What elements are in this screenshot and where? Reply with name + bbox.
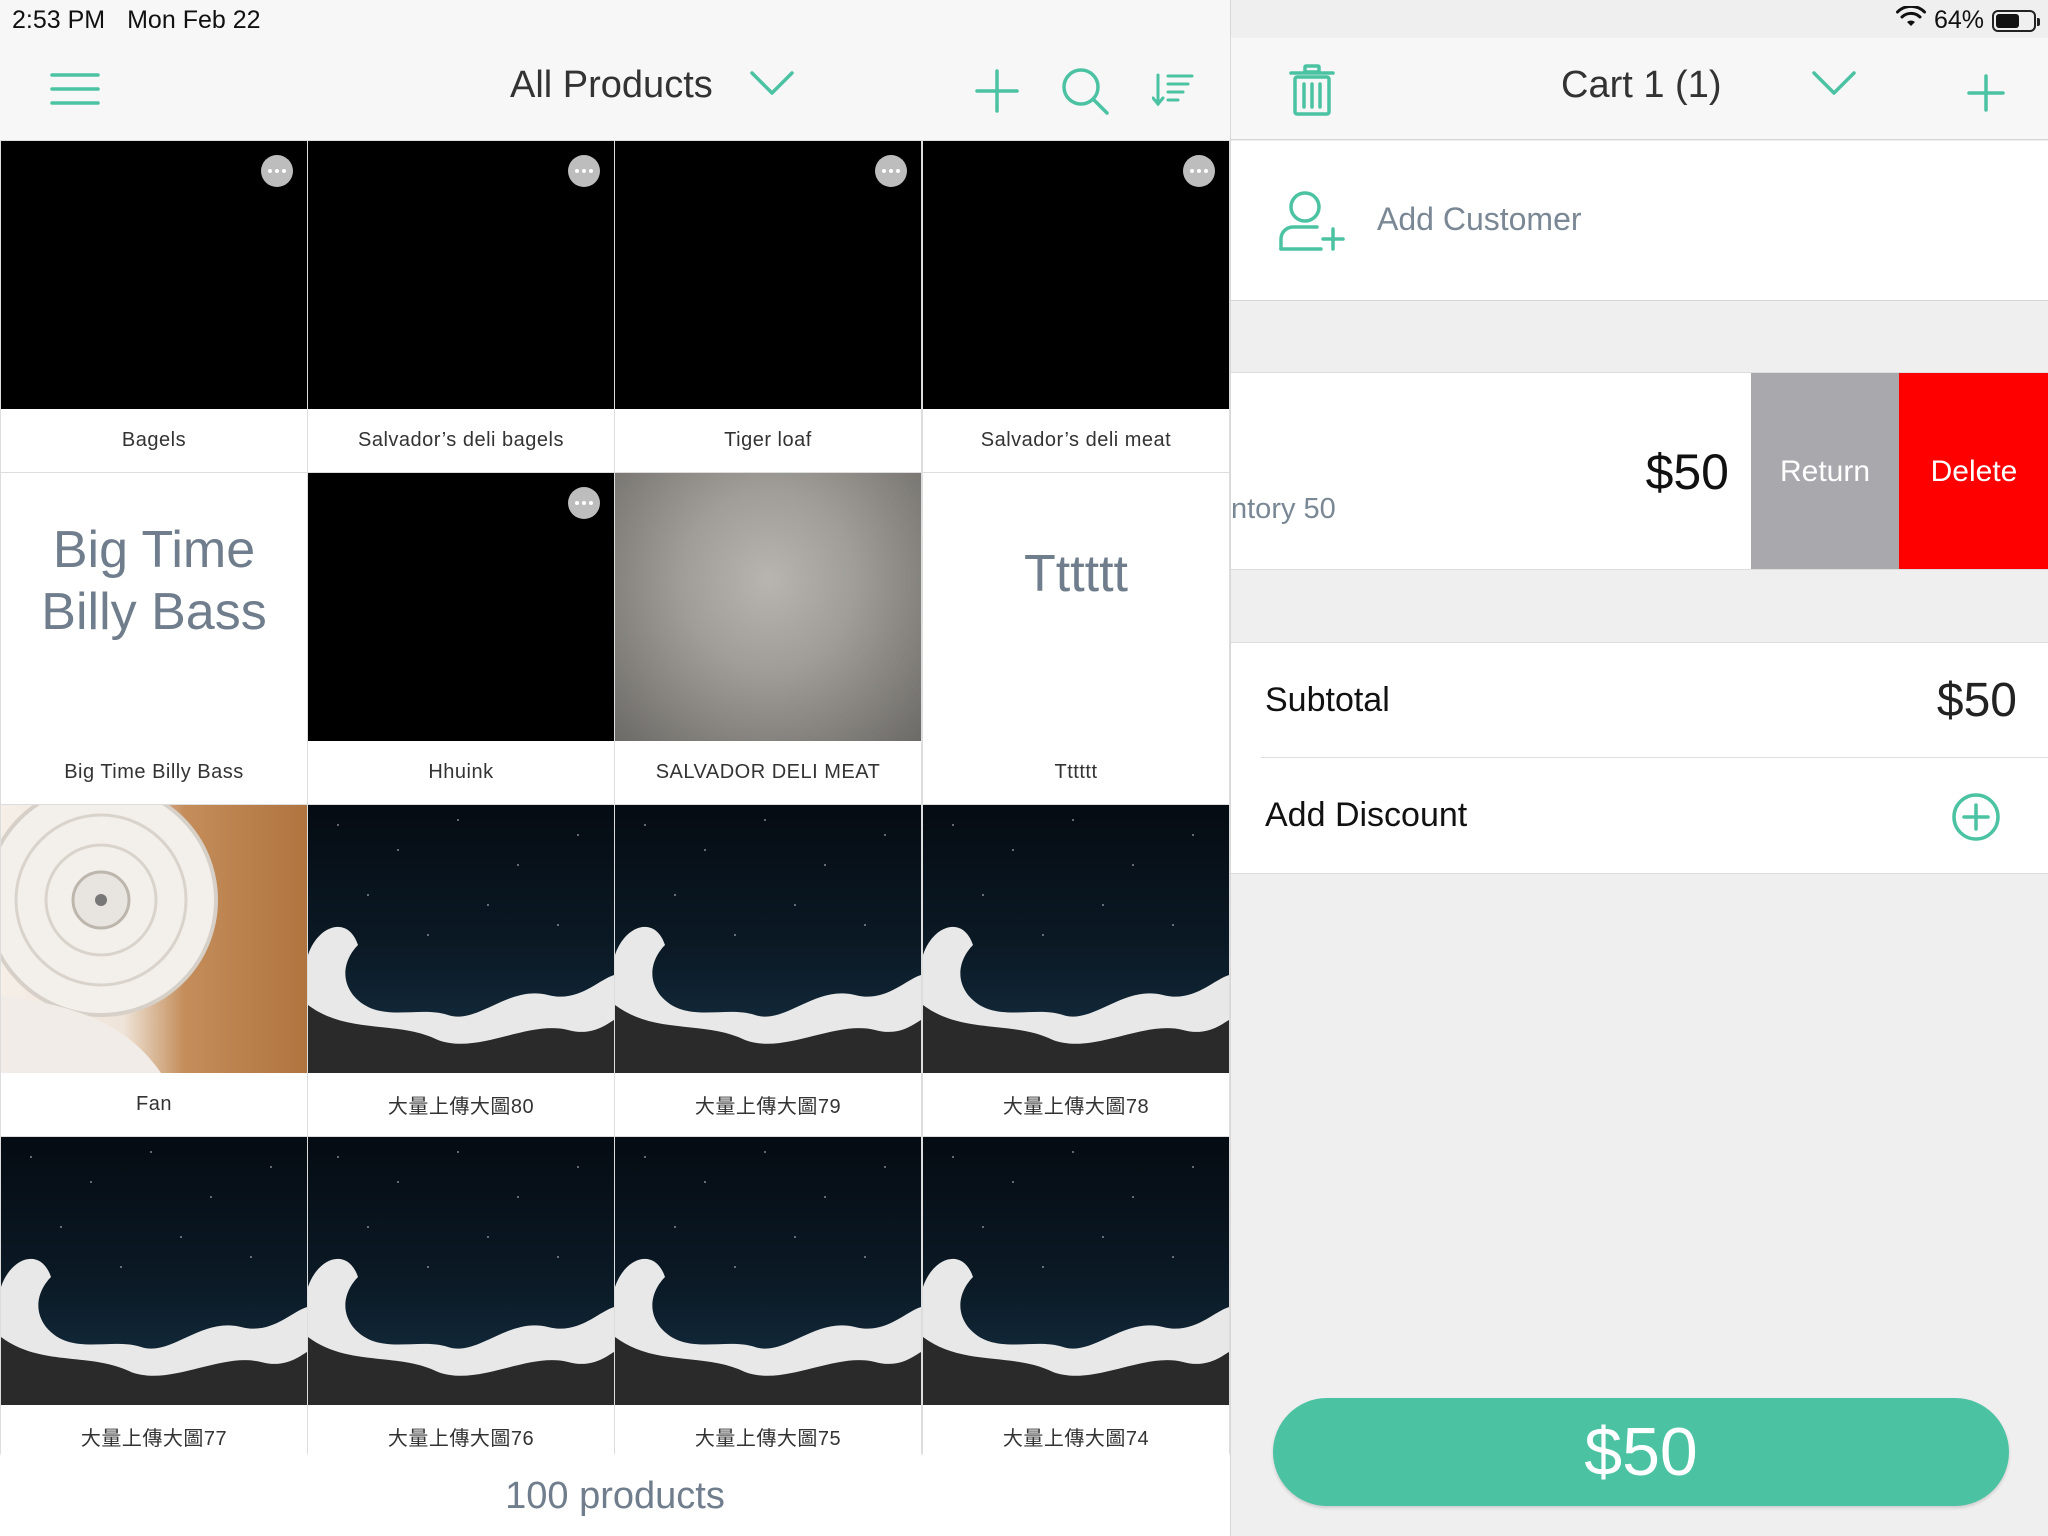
cart-nav-bar: Cart 1 (1) — [1231, 38, 2048, 140]
product-tile[interactable]: Fan — [1, 805, 307, 1136]
more-options-icon[interactable] — [568, 155, 600, 187]
menu-icon[interactable] — [50, 72, 100, 111]
product-tile[interactable]: Hhuink — [308, 473, 614, 804]
product-name: 大量上傳大圖78 — [1002, 1096, 1150, 1118]
product-name: Tiger loaf — [724, 429, 812, 451]
product-count: 100 products — [0, 1456, 1230, 1536]
search-icon[interactable] — [1060, 66, 1110, 121]
page-title: All Products — [510, 64, 713, 106]
product-tile[interactable]: Salvador’s deli bagels — [308, 141, 614, 472]
line-item-inventory: ntory 50 — [1231, 493, 1336, 525]
sort-icon[interactable] — [1151, 72, 1194, 113]
chevron-down-icon — [1811, 70, 1857, 101]
product-tile[interactable]: Big Time Billy Bass Big Time Billy Bass — [1, 473, 307, 804]
product-name: Fan — [136, 1093, 172, 1115]
product-grid: Bagels Salvador’s deli bagels Tiger loaf Sa… — [0, 140, 1230, 1468]
product-tile[interactable]: 大量上傳大圖77 — [1, 1137, 307, 1468]
wifi-icon — [1895, 4, 1926, 35]
cart-panel: 64% Cart 1 (1) Add Customer ntory 50 $50… — [1230, 0, 2048, 1536]
product-name: Hhuink — [428, 761, 494, 783]
more-options-icon[interactable] — [261, 155, 293, 187]
app-root: 2:53 PM Mon Feb 22 All Products Bagels S… — [0, 0, 2048, 1536]
more-options-icon[interactable] — [875, 155, 907, 187]
cart-selector-dropdown[interactable]: Cart 1 (1) — [1561, 64, 1857, 107]
add-cart-button[interactable] — [1967, 74, 2005, 117]
product-image — [615, 1137, 921, 1405]
plus-icon — [1967, 74, 2005, 112]
product-nav-bar: All Products — [0, 38, 1230, 140]
product-image — [923, 805, 1229, 1073]
product-name: 大量上傳大圖80 — [387, 1096, 535, 1118]
status-bar-right: 64% — [1895, 4, 2040, 35]
product-name: Bagels — [121, 429, 187, 451]
product-name: 大量上傳大圖79 — [694, 1096, 842, 1118]
battery-percent: 64% — [1933, 6, 1984, 34]
product-image — [615, 805, 921, 1073]
delete-button[interactable]: Delete — [1899, 373, 2048, 569]
status-date: Mon Feb 22 — [127, 6, 261, 34]
product-name: Salvador’s deli meat — [980, 429, 1172, 451]
product-panel: 2:53 PM Mon Feb 22 All Products Bagels S… — [0, 0, 1230, 1536]
add-customer-row[interactable]: Add Customer — [1231, 141, 2048, 301]
product-tile[interactable]: 大量上傳大圖75 — [615, 1137, 921, 1468]
subtotal-label: Subtotal — [1265, 681, 1390, 719]
product-name: SALVADOR DELI MEAT — [655, 761, 881, 783]
product-image — [1, 141, 307, 409]
product-text-thumbnail: Big Time Billy Bass — [1, 473, 307, 741]
add-customer-label: Add Customer — [1377, 201, 1582, 237]
more-options-icon[interactable] — [1183, 155, 1215, 187]
product-image — [923, 141, 1229, 409]
product-tile[interactable]: 大量上傳大圖78 — [923, 805, 1229, 1136]
product-image — [1, 805, 307, 1073]
add-user-icon — [1277, 189, 1345, 258]
product-tile[interactable]: Bagels — [1, 141, 307, 472]
product-image — [308, 805, 614, 1073]
product-image — [308, 473, 614, 741]
product-name: Salvador’s deli bagels — [358, 429, 564, 451]
add-product-button[interactable] — [974, 68, 1020, 119]
product-image — [615, 473, 921, 741]
product-image — [308, 1137, 614, 1405]
product-image — [1, 1137, 307, 1405]
more-options-icon[interactable] — [568, 487, 600, 519]
status-bar-left: 2:53 PM Mon Feb 22 — [12, 6, 261, 35]
chevron-down-icon — [749, 70, 795, 101]
cart-title: Cart 1 (1) — [1561, 64, 1722, 106]
product-tile[interactable]: 大量上傳大圖80 — [308, 805, 614, 1136]
product-tile[interactable]: Tiger loaf — [615, 141, 921, 472]
trash-icon[interactable] — [1289, 64, 1335, 121]
totals-section: Subtotal $50 Add Discount — [1231, 642, 2048, 874]
product-tile[interactable]: 大量上傳大圖76 — [308, 1137, 614, 1468]
product-tile[interactable]: Salvador’s deli meat — [923, 141, 1229, 472]
product-tile[interactable]: SALVADOR DELI MEAT — [615, 473, 921, 804]
product-image — [308, 141, 614, 409]
add-discount-label: Add Discount — [1265, 796, 1468, 834]
product-tile[interactable]: 大量上傳大圖74 — [923, 1137, 1229, 1468]
plus-icon — [975, 69, 1019, 113]
cart-line-item[interactable]: ntory 50 $50 Return Delete — [1231, 372, 2048, 570]
product-name: Tttttt — [1054, 761, 1098, 783]
add-circle-icon[interactable] — [1951, 792, 2001, 847]
product-thumbnail-text: Tttttt — [1024, 545, 1128, 603]
charge-button[interactable]: $50 — [1273, 1398, 2009, 1506]
product-text-thumbnail: Tttttt — [923, 473, 1229, 741]
product-name: Big Time Billy Bass — [64, 761, 244, 783]
return-button[interactable]: Return — [1751, 373, 1899, 569]
battery-icon — [1992, 9, 2040, 32]
subtotal-value: $50 — [1936, 674, 2017, 727]
product-image — [923, 1137, 1229, 1405]
product-filter-dropdown[interactable]: All Products — [510, 64, 795, 107]
product-tile[interactable]: Tttttt Tttttt — [923, 473, 1229, 804]
add-discount-row[interactable]: Add Discount — [1231, 758, 2048, 875]
status-time: 2:53 PM — [12, 6, 106, 34]
product-image — [615, 141, 921, 409]
line-item-price: $50 — [1645, 444, 1729, 500]
product-tile[interactable]: 大量上傳大圖79 — [615, 805, 921, 1136]
product-thumbnail-text: Big Time Billy Bass — [41, 521, 267, 641]
